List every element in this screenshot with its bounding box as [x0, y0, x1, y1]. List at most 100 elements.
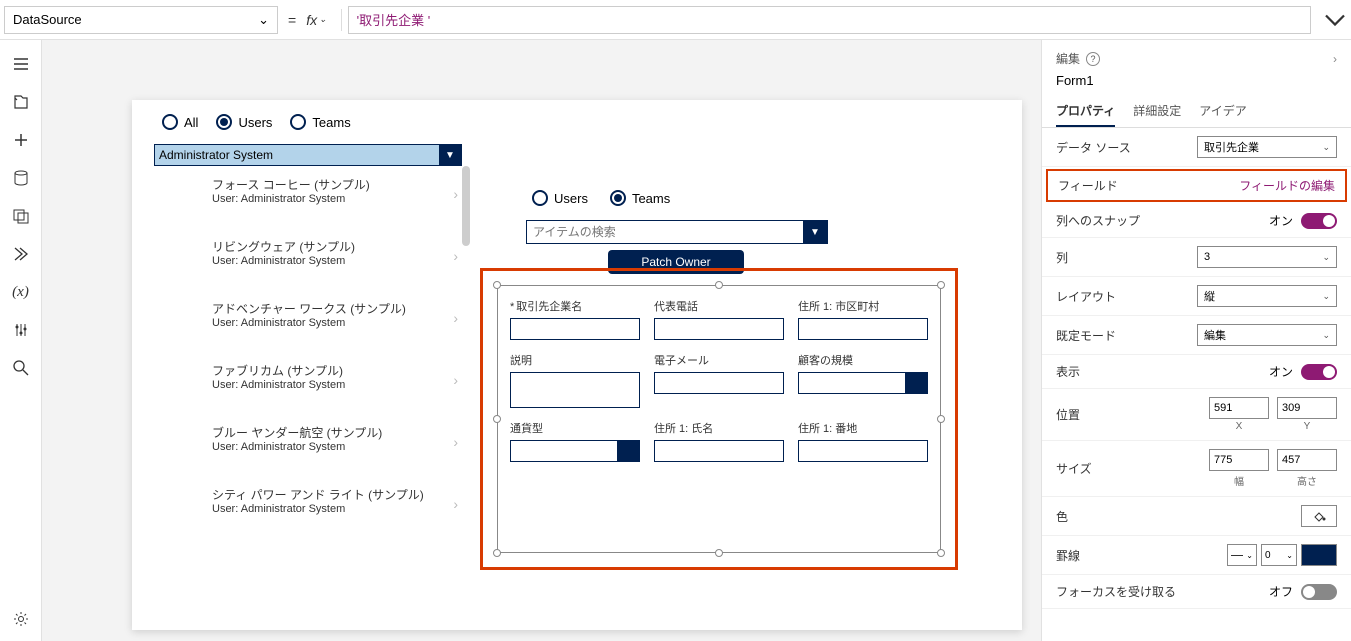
search-icon[interactable] — [11, 358, 31, 378]
resize-handle[interactable] — [715, 549, 723, 557]
field-input[interactable] — [654, 372, 784, 394]
field-input[interactable] — [510, 440, 640, 462]
form-field: 説明 — [510, 352, 640, 408]
props-tabs: プロパティ 詳細設定 アイデア — [1042, 96, 1351, 128]
help-icon[interactable]: ? — [1086, 52, 1100, 66]
tab-advanced[interactable]: 詳細設定 — [1133, 96, 1181, 127]
field-input[interactable] — [654, 318, 784, 340]
chevron-down-icon: ⌄ — [1322, 330, 1330, 341]
search-input[interactable] — [527, 221, 803, 243]
radio-label: Teams — [312, 115, 350, 130]
resize-handle[interactable] — [493, 415, 501, 423]
border-color-swatch[interactable] — [1301, 544, 1337, 566]
gallery-item-subtitle: User: Administrator System — [212, 193, 454, 205]
focus-label: フォーカスを受け取る — [1056, 583, 1176, 600]
fields-label: フィールド — [1058, 177, 1118, 194]
gallery-item[interactable]: フォース コーヒー (サンプル)User: Administrator Syst… — [154, 166, 472, 228]
tree-view-icon[interactable] — [11, 92, 31, 112]
tab-ideas[interactable]: アイデア — [1199, 96, 1246, 127]
columns-dropdown[interactable]: 3⌄ — [1197, 246, 1337, 268]
caption: X — [1236, 421, 1243, 432]
chevron-down-icon: ⌄ — [1246, 551, 1253, 560]
caption: Y — [1304, 421, 1311, 432]
size-height-input[interactable]: 457 — [1277, 449, 1337, 471]
power-automate-icon[interactable] — [11, 244, 31, 264]
position-y-input[interactable]: 309 — [1277, 397, 1337, 419]
radio-teams-2[interactable]: Teams — [610, 190, 670, 206]
size-width-input[interactable]: 775 — [1209, 449, 1269, 471]
field-input[interactable] — [798, 318, 928, 340]
gallery-item-title: アドベンチャー ワークス (サンプル) — [212, 300, 454, 317]
form1-control[interactable]: *取引先企業名代表電話住所 1: 市区町村説明電子メール顧客の規模通貨型住所 1… — [497, 285, 941, 553]
gallery-item[interactable]: シティ パワー アンド ライト (サンプル)User: Administrato… — [154, 476, 472, 538]
gallery-item-title: シティ パワー アンド ライト (サンプル) — [212, 486, 454, 503]
layout-label: レイアウト — [1056, 288, 1116, 305]
hamburger-icon[interactable] — [11, 54, 31, 74]
chevron-down-icon: ⌄ — [1322, 291, 1330, 302]
chevron-right-icon[interactable]: › — [1333, 52, 1337, 66]
media-icon[interactable] — [11, 206, 31, 226]
fx-label[interactable]: fx⌄ — [306, 12, 326, 28]
position-label: 位置 — [1056, 406, 1080, 423]
field-label: 説明 — [510, 352, 640, 368]
radio-label: Users — [238, 115, 272, 130]
edit-fields-link[interactable]: フィールドの編集 — [1239, 177, 1335, 194]
radio-users-2[interactable]: Users — [532, 190, 588, 206]
field-input[interactable] — [654, 440, 784, 462]
default-mode-dropdown[interactable]: 編集⌄ — [1197, 324, 1337, 346]
visible-toggle[interactable] — [1301, 364, 1337, 380]
combobox-value: Administrator System — [155, 145, 439, 165]
border-label: 罫線 — [1056, 547, 1080, 564]
focus-toggle[interactable] — [1301, 584, 1337, 600]
property-dropdown[interactable]: DataSource ⌄ — [4, 6, 278, 34]
gallery-item-subtitle: User: Administrator System — [212, 503, 454, 515]
gallery-item[interactable]: ブルー ヤンダー航空 (サンプル)User: Administrator Sys… — [154, 414, 472, 476]
field-input[interactable] — [798, 440, 928, 462]
datasource-dropdown[interactable]: 取引先企業⌄ — [1197, 136, 1337, 158]
field-input[interactable] — [798, 372, 928, 394]
radio-all[interactable]: All — [162, 114, 198, 130]
chevron-right-icon: › — [453, 248, 458, 264]
toggle-text: オン — [1269, 363, 1293, 380]
properties-panel: 編集? › Form1 プロパティ 詳細設定 アイデア データ ソース 取引先企… — [1041, 40, 1351, 641]
form-field: 住所 1: 番地 — [798, 420, 928, 462]
resize-handle[interactable] — [493, 549, 501, 557]
resize-handle[interactable] — [715, 281, 723, 289]
advanced-tools-icon[interactable] — [11, 320, 31, 340]
resize-handle[interactable] — [937, 415, 945, 423]
color-picker-button[interactable] — [1301, 505, 1337, 527]
snap-toggle[interactable] — [1301, 213, 1337, 229]
owner-combobox[interactable]: Administrator System ▼ — [154, 144, 462, 166]
formula-input[interactable] — [348, 6, 1311, 34]
resize-handle[interactable] — [493, 281, 501, 289]
insert-icon[interactable] — [11, 130, 31, 150]
form-field: 通貨型 — [510, 420, 640, 462]
canvas-area[interactable]: All Users Teams Administrator System ▼ フ… — [42, 40, 1041, 641]
field-label: 代表電話 — [654, 298, 784, 314]
variables-icon[interactable]: (x) — [11, 282, 31, 302]
tab-properties[interactable]: プロパティ — [1056, 96, 1115, 127]
radio-teams[interactable]: Teams — [290, 114, 350, 130]
accounts-gallery[interactable]: フォース コーヒー (サンプル)User: Administrator Syst… — [154, 166, 472, 596]
field-input[interactable] — [510, 372, 640, 408]
resize-handle[interactable] — [937, 549, 945, 557]
radio-users[interactable]: Users — [216, 114, 272, 130]
settings-icon[interactable] — [11, 609, 31, 629]
chevron-down-icon: ⌄ — [319, 14, 327, 25]
position-x-input[interactable]: 591 — [1209, 397, 1269, 419]
formula-bar: DataSource ⌄ = fx⌄ — [0, 0, 1351, 40]
panel-header-label: 編集 — [1056, 50, 1080, 67]
field-input[interactable] — [510, 318, 640, 340]
property-dropdown-value: DataSource — [13, 12, 82, 27]
layout-dropdown[interactable]: 縦⌄ — [1197, 285, 1337, 307]
form-field: 顧客の規模 — [798, 352, 928, 408]
gallery-item[interactable]: リビングウェア (サンプル)User: Administrator System… — [154, 228, 472, 290]
formula-expand-button[interactable] — [1323, 8, 1347, 32]
data-icon[interactable] — [11, 168, 31, 188]
gallery-item[interactable]: アドベンチャー ワークス (サンプル)User: Administrator S… — [154, 290, 472, 352]
search-combobox[interactable]: ▼ — [526, 220, 828, 244]
resize-handle[interactable] — [937, 281, 945, 289]
border-width-input[interactable]: 0⌄ — [1261, 544, 1297, 566]
gallery-item[interactable]: ファブリカム (サンプル)User: Administrator System› — [154, 352, 472, 414]
border-style-dropdown[interactable]: ⌄ — [1227, 544, 1257, 566]
